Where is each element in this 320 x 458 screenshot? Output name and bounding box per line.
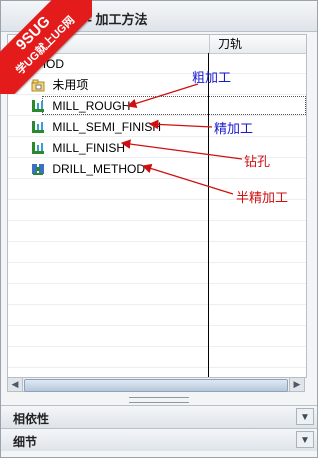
- panel-splitter[interactable]: [1, 393, 317, 405]
- section-dependencies[interactable]: 相依性 ▼: [1, 405, 317, 428]
- tree-node-label: MILL_SEMI_FINISH: [52, 120, 162, 134]
- tree-node-mill-rough[interactable]: MILL_ROUGH: [30, 97, 130, 116]
- scroll-left-button[interactable]: ◀: [8, 378, 23, 391]
- tree-row-grid: [8, 285, 306, 305]
- watermark-ribbon: 9SUG 学UG就上UG网: [0, 0, 92, 94]
- tree-node-mill-semi-finish[interactable]: MILL_SEMI_FINISH: [30, 118, 161, 137]
- tree-node-label: DRILL_METHOD: [52, 162, 146, 176]
- section-details[interactable]: 细节 ▼: [1, 428, 317, 451]
- section-dependencies-label: 相依性: [13, 412, 50, 426]
- drill-method-icon: [30, 161, 46, 177]
- scroll-right-button[interactable]: ▶: [289, 378, 304, 391]
- mill-method-icon: [30, 119, 46, 135]
- annotation-finish: 钻孔: [244, 154, 271, 169]
- tree-node-mill-finish[interactable]: MILL_FINISH: [30, 139, 125, 158]
- section-details-label: 细节: [13, 435, 38, 449]
- watermark-badge: 9SUG 学UG就上UG网: [0, 0, 92, 94]
- scroll-thumb[interactable]: [24, 379, 288, 392]
- horizontal-scrollbar[interactable]: ◀ ▶: [7, 377, 305, 392]
- annotation-semi-finish: 精加工: [214, 121, 254, 136]
- tree-node-label: MILL_FINISH: [52, 141, 126, 155]
- tree-row-grid: [8, 327, 306, 347]
- tree-row-grid: [8, 348, 306, 368]
- mill-method-icon: [30, 140, 46, 156]
- tree-row-grid: [8, 306, 306, 326]
- tree-row-grid: [8, 264, 306, 284]
- chevron-down-icon[interactable]: ▼: [296, 408, 314, 425]
- tree-node-label: MILL_ROUGH: [52, 99, 131, 113]
- chevron-down-icon[interactable]: ▼: [296, 431, 314, 448]
- mill-method-icon: [30, 98, 46, 114]
- tree-node-drill-method[interactable]: DRILL_METHOD: [30, 160, 145, 179]
- splitter-grip[interactable]: [129, 397, 189, 403]
- tree-row-grid: [8, 243, 306, 263]
- tree-row-grid: [8, 222, 306, 242]
- column-header-toolpath[interactable]: 刀轨: [209, 35, 306, 53]
- annotation-drill: 半精加工: [236, 190, 289, 205]
- annotation-rough: 粗加工: [192, 70, 232, 85]
